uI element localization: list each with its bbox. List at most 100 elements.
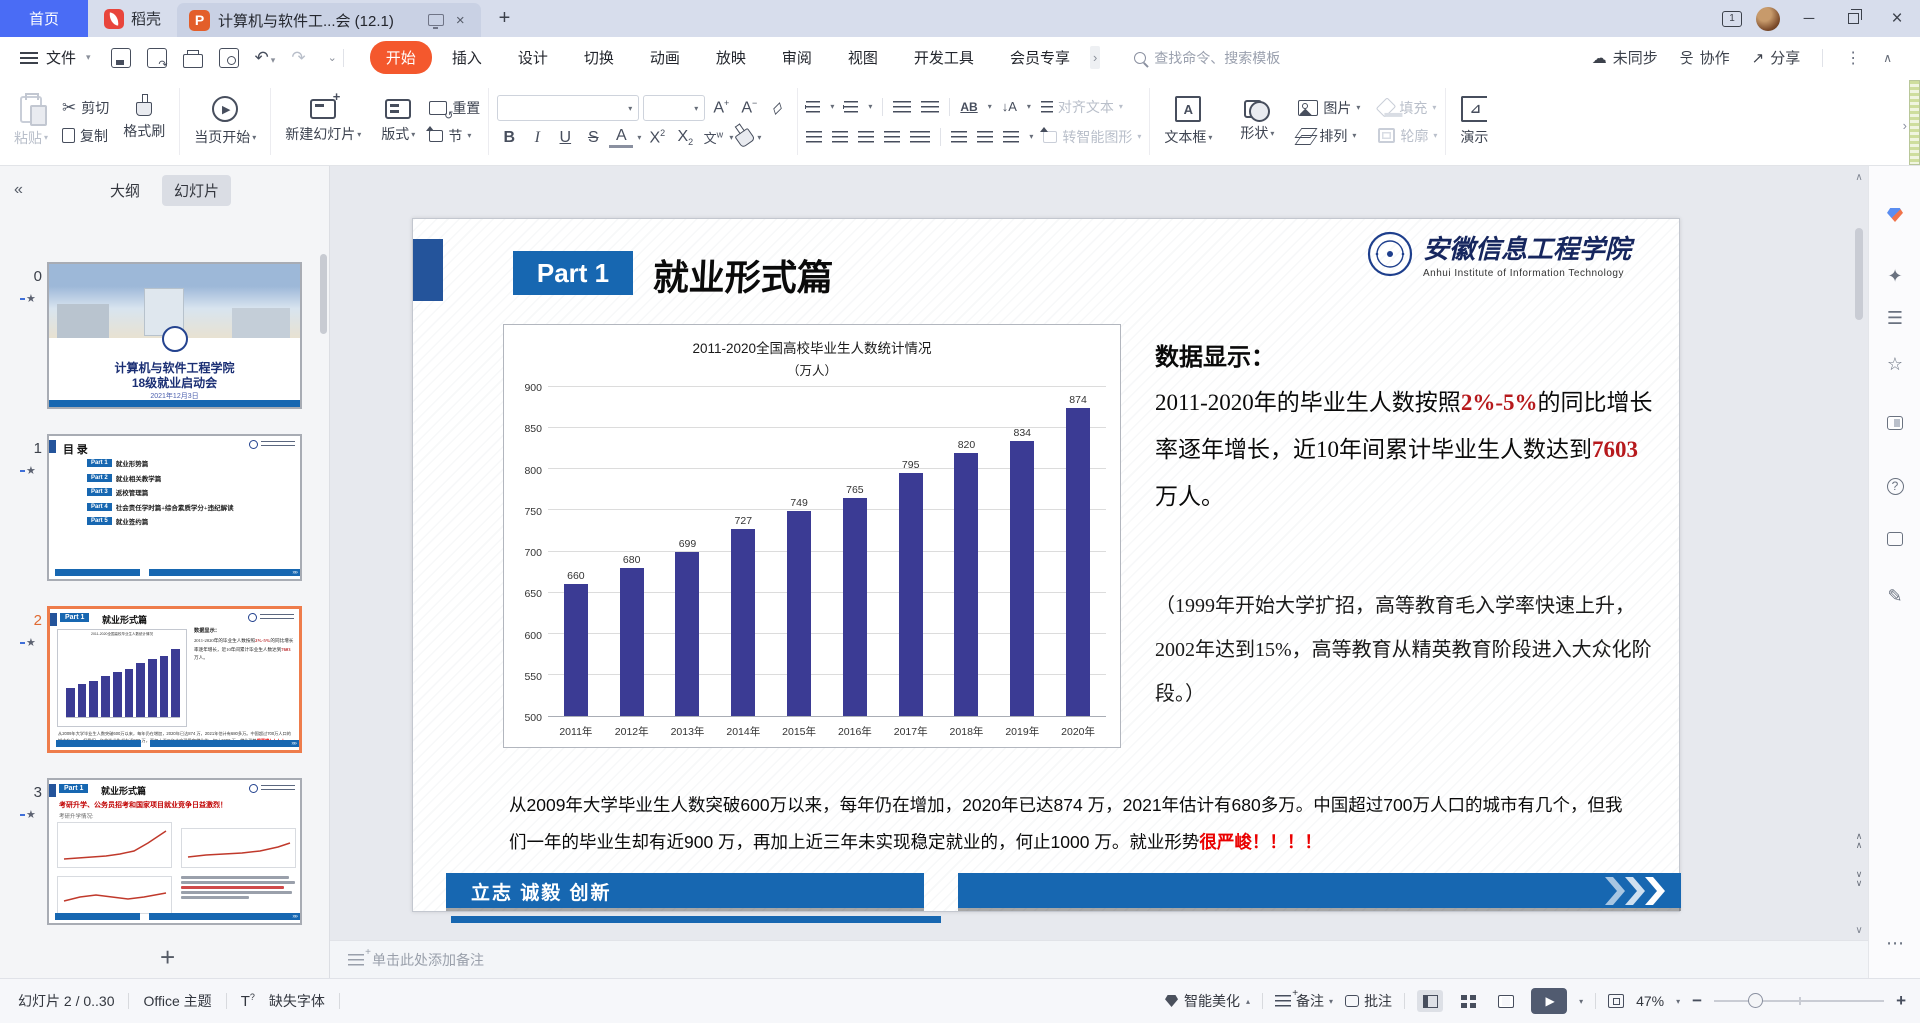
search-input[interactable] <box>1154 50 1334 66</box>
user-avatar[interactable] <box>1756 7 1780 31</box>
paste-button[interactable]: 粘贴▾ <box>8 94 54 150</box>
slide-thumbnail-0[interactable]: 计算机与软件工程学院 18级就业启动会 2021年12月3日 <box>47 262 302 409</box>
align-right-icon[interactable] <box>858 131 874 143</box>
more-options-icon[interactable]: ⋮ <box>1845 48 1861 68</box>
theme-name[interactable]: Office 主题 <box>143 991 211 1011</box>
zoom-caret[interactable]: ▾ <box>1676 997 1680 1006</box>
outline-button[interactable]: 轮廓▾ <box>1378 126 1437 146</box>
cut-button[interactable]: ✂剪切 <box>62 98 109 118</box>
menu-tab-8[interactable]: 开发工具 <box>898 41 990 74</box>
shapes-button[interactable]: 形状▾ <box>1234 98 1280 145</box>
increase-font-icon[interactable]: A+ <box>709 98 733 117</box>
bar-chart[interactable]: 2011-2020全国高校毕业生人数统计情况 （万人） 500550600650… <box>503 324 1121 748</box>
editing-canvas[interactable]: Part 1 就业形式篇 安徽信息工程学院 Anhui Institute of… <box>330 166 1868 940</box>
tab-slides[interactable]: 幻灯片 <box>162 175 231 206</box>
print-preview-icon[interactable] <box>219 48 239 68</box>
restore-button[interactable] <box>1838 4 1868 34</box>
menu-tab-7[interactable]: 视图 <box>832 41 894 74</box>
play-from-current-button[interactable]: ▶ 当页开始▾ <box>188 94 262 149</box>
zoom-out-button[interactable]: − <box>1692 991 1702 1011</box>
menu-tab-3[interactable]: 切换 <box>568 41 630 74</box>
bottom-paragraph[interactable]: 从2009年大学毕业生人数突破600万以来，每年仍在增加，2020年已达874 … <box>509 787 1637 861</box>
bold-button[interactable]: B <box>497 129 521 147</box>
redo-icon[interactable]: ↷ <box>291 48 305 68</box>
collapse-ribbon-icon[interactable]: ∧ <box>1883 51 1892 65</box>
menu-tab-9[interactable]: 会员专享 <box>994 41 1086 74</box>
menu-tab-5[interactable]: 放映 <box>700 41 762 74</box>
data-paragraph[interactable]: 2011-2020年的毕业生人数按照2%-5%的同比增长率逐年增长，近10年间累… <box>1155 379 1655 520</box>
slide-2[interactable]: Part 1 就业形式篇 安徽信息工程学院 Anhui Institute of… <box>412 218 1680 912</box>
line-spacing-icon[interactable] <box>951 131 967 143</box>
slide-sorter-view-button[interactable] <box>1455 990 1481 1012</box>
slide-thumbnail-2[interactable]: Part 1 就业形式篇 2011-2020全国高校毕业生人数统计情况 数据显示… <box>47 606 302 753</box>
comments-button[interactable]: 批注 <box>1345 991 1392 1011</box>
present-button[interactable]: ⊿ 演示 <box>1454 94 1494 149</box>
expand-panel-chevron-icon[interactable]: › <box>1903 118 1907 133</box>
quick-toolbar-more-icon[interactable]: ⌄ <box>328 51 337 64</box>
reading-view-button[interactable] <box>1493 990 1519 1012</box>
slide-thumbnail-1[interactable]: 目 录 Part 1就业形势篇Part 2就业相关教学篇Part 3返校管理篇P… <box>47 434 302 581</box>
strip-more-icon[interactable]: ⋯ <box>1869 933 1920 954</box>
document-tab[interactable]: P 计算机与软件工...会 (12.1) × <box>177 3 481 37</box>
highlight-button[interactable] <box>735 127 756 148</box>
sync-status[interactable]: ☁未同步 <box>1592 47 1658 68</box>
print-icon[interactable] <box>183 54 203 68</box>
beautify-panel-icon[interactable] <box>1869 206 1920 227</box>
daoke-tab[interactable]: 稻壳 <box>88 0 177 37</box>
home-tab[interactable]: 首页 <box>0 0 88 37</box>
align-center-icon[interactable] <box>832 131 848 143</box>
hamburger-menu-icon[interactable] <box>20 52 38 64</box>
zoom-slider[interactable] <box>1714 1000 1884 1002</box>
picture-button[interactable]: 图片▾ <box>1298 98 1360 118</box>
tab-outline[interactable]: 大纲 <box>98 175 152 206</box>
add-slide-button[interactable]: + <box>160 944 175 970</box>
format-painter-button[interactable]: 格式刷 <box>117 100 171 143</box>
resources-panel-icon[interactable] <box>1869 530 1920 551</box>
bullets-icon[interactable] <box>806 101 820 113</box>
spacing-options-icon[interactable] <box>1003 131 1019 143</box>
decrease-font-icon[interactable]: A− <box>737 98 761 117</box>
file-menu[interactable]: 文件 <box>46 47 76 68</box>
minimize-button[interactable]: ─ <box>1794 4 1824 34</box>
superscript-button[interactable]: X2 <box>645 128 669 147</box>
distribute-icon[interactable] <box>910 131 930 143</box>
zoom-in-button[interactable]: + <box>1896 991 1906 1011</box>
to-smart-graphic-button[interactable]: 转智能图形▾ <box>1043 127 1141 147</box>
text-direction-icon[interactable]: ↓A <box>1002 99 1017 114</box>
doodle-panel-icon[interactable]: ✎ <box>1869 586 1920 607</box>
canvas-scrollbar[interactable]: ∧ ∧∧ ∨∨ ∨ <box>1852 166 1866 940</box>
window-badge[interactable]: 1 <box>1722 11 1742 27</box>
font-size-select[interactable]: ▾ <box>643 95 705 121</box>
part-tag-box[interactable]: Part 1 <box>513 251 633 295</box>
scroll-up-icon[interactable]: ∧ <box>1852 172 1866 183</box>
underline-button[interactable]: U <box>553 129 577 147</box>
fit-to-window-icon[interactable] <box>1608 994 1624 1008</box>
slide-title[interactable]: 就业形式篇 <box>652 249 835 301</box>
close-document-icon[interactable]: × <box>452 10 469 31</box>
notes-toggle-button[interactable]: 备注 ▾ <box>1275 991 1333 1011</box>
subscript-button[interactable]: X2 <box>673 128 697 147</box>
paragraph-spacing-icon[interactable] <box>977 131 993 143</box>
notes-bar[interactable]: 单击此处添加备注 <box>330 940 1868 978</box>
help-icon[interactable]: ? <box>1869 474 1920 495</box>
character-spacing-icon[interactable]: AB <box>960 100 977 114</box>
slideshow-play-button[interactable]: ▶ <box>1531 988 1567 1014</box>
menu-tab-6[interactable]: 审阅 <box>766 41 828 74</box>
scroll-down-icon[interactable]: ∨ <box>1852 925 1866 936</box>
align-left-icon[interactable] <box>806 131 822 143</box>
command-search[interactable] <box>1134 50 1334 66</box>
previous-slide-button[interactable]: ∧∧ <box>1852 832 1866 854</box>
save-icon[interactable] <box>111 48 131 68</box>
note-paragraph[interactable]: （1999年开始大学扩招，高等教育毛入学率快速上升，2002年达到15%，高等教… <box>1155 584 1655 716</box>
menu-tab-2[interactable]: 设计 <box>502 41 564 74</box>
font-color-button[interactable]: A <box>609 127 633 148</box>
normal-view-button[interactable] <box>1417 990 1443 1012</box>
zoom-slider-knob[interactable] <box>1748 993 1763 1008</box>
undo-icon[interactable]: ↶▾ <box>255 48 276 68</box>
data-heading[interactable]: 数据显示： <box>1155 337 1275 372</box>
phonetic-guide-button[interactable]: 文w <box>701 128 725 147</box>
justify-icon[interactable] <box>884 131 900 143</box>
menu-tab-4[interactable]: 动画 <box>634 41 696 74</box>
fill-button[interactable]: 填充▾ <box>1378 98 1437 118</box>
clear-format-icon[interactable]: ▱ <box>762 92 793 123</box>
